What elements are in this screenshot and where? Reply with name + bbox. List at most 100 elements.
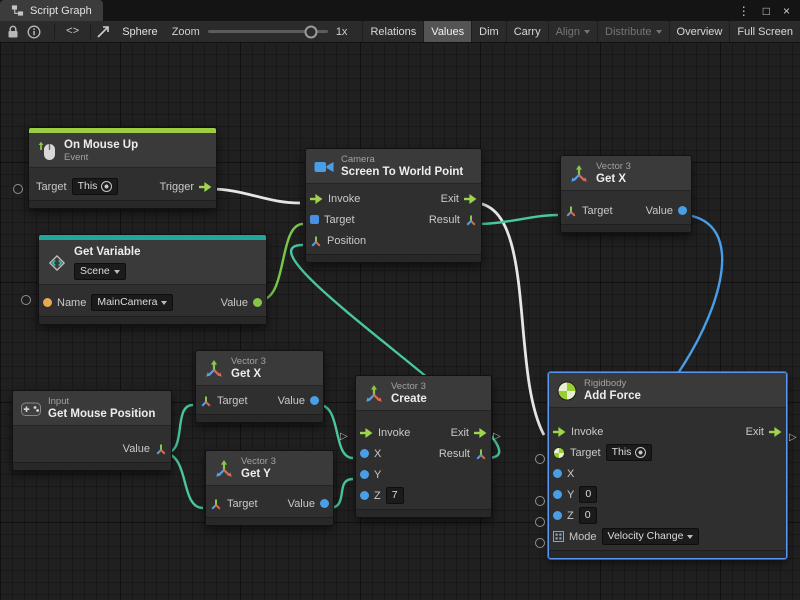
node-title: Get X bbox=[596, 172, 631, 186]
node-footer bbox=[561, 224, 691, 232]
position-vector3-port[interactable] bbox=[310, 235, 322, 247]
row-target-value: Target Value bbox=[196, 390, 323, 411]
mode-label: Mode bbox=[569, 531, 597, 543]
y-value-field[interactable]: 0 bbox=[579, 486, 597, 503]
relations-button[interactable]: Relations bbox=[362, 21, 423, 42]
free-exec-create-exit[interactable]: ▷ bbox=[493, 432, 501, 442]
value-label: Value bbox=[288, 498, 315, 510]
x-float-port[interactable] bbox=[553, 469, 562, 478]
target-label: Target bbox=[570, 447, 601, 459]
zoom-value: 1x bbox=[336, 26, 348, 38]
z-value-field[interactable]: 7 bbox=[386, 487, 404, 504]
value-float-port[interactable] bbox=[320, 499, 329, 508]
node-subtitle: Event bbox=[64, 152, 138, 163]
free-port-add-force-y[interactable] bbox=[535, 496, 545, 506]
carry-button[interactable]: Carry bbox=[506, 21, 548, 42]
full-screen-button[interactable]: Full Screen bbox=[729, 21, 800, 42]
mode-enum-port[interactable] bbox=[553, 531, 564, 542]
name-port[interactable] bbox=[43, 298, 52, 307]
node-create-vector3[interactable]: Vector 3 Create Invoke Exit X Result bbox=[355, 375, 492, 518]
mode-dropdown[interactable]: Velocity Change bbox=[602, 528, 700, 545]
wire-trigger-to-invoke[interactable] bbox=[210, 189, 300, 203]
result-vector3-port[interactable] bbox=[465, 214, 477, 226]
node-get-variable[interactable]: Get Variable Scene Name MainCamera Value bbox=[38, 234, 267, 325]
node-get-mouse-position[interactable]: Input Get Mouse Position Value bbox=[12, 390, 172, 471]
variable-scope-dropdown[interactable]: Scene bbox=[74, 263, 126, 280]
variable-name-dropdown[interactable]: MainCamera bbox=[91, 294, 173, 311]
target-rigidbody-port[interactable] bbox=[553, 447, 565, 459]
wire-result-to-getx[interactable] bbox=[477, 215, 558, 224]
free-port-get-variable-name[interactable] bbox=[21, 295, 31, 305]
z-label: Z bbox=[567, 510, 574, 522]
node-get-x-mouse[interactable]: Vector 3 Get X Target Value bbox=[195, 350, 324, 423]
zoom-slider-knob[interactable] bbox=[305, 25, 318, 38]
code-api-icon[interactable]: <> bbox=[66, 26, 79, 38]
row-mode: Mode Velocity Change bbox=[549, 526, 786, 547]
toolbar-separator bbox=[90, 24, 91, 39]
node-category: Vector 3 bbox=[391, 381, 427, 392]
exit-label: Exit bbox=[441, 193, 459, 205]
overview-button[interactable]: Overview bbox=[669, 21, 730, 42]
value-float-port[interactable] bbox=[310, 396, 319, 405]
dim-button[interactable]: Dim bbox=[471, 21, 506, 42]
exit-exec-port[interactable] bbox=[474, 428, 487, 438]
position-label: Position bbox=[327, 235, 366, 247]
result-vector3-port[interactable] bbox=[475, 448, 487, 460]
z-value-field[interactable]: 0 bbox=[579, 507, 597, 524]
target-this-chip[interactable]: This bbox=[72, 178, 119, 195]
value-object-port[interactable] bbox=[253, 298, 262, 307]
row-value: Value bbox=[13, 438, 171, 459]
close-icon[interactable]: × bbox=[783, 4, 790, 18]
menu-icon[interactable]: ⋮ bbox=[738, 4, 750, 18]
free-port-add-force-z[interactable] bbox=[535, 517, 545, 527]
free-exec-add-force-exit[interactable]: ▷ bbox=[789, 433, 797, 443]
value-vector3-port[interactable] bbox=[155, 443, 167, 455]
x-float-port[interactable] bbox=[360, 449, 369, 458]
y-float-port[interactable] bbox=[553, 490, 562, 499]
node-add-force[interactable]: Rigidbody Add Force Invoke Exit Target T… bbox=[548, 372, 787, 559]
target-this-chip[interactable]: This bbox=[606, 444, 653, 461]
value-label: Value bbox=[221, 297, 248, 309]
invoke-exec-port[interactable] bbox=[360, 428, 373, 438]
align-button[interactable]: Align bbox=[548, 21, 597, 42]
target-vector3-port[interactable] bbox=[200, 395, 212, 407]
node-on-mouse-up[interactable]: On Mouse Up Event Target This Trigger bbox=[28, 127, 217, 209]
lock-icon[interactable] bbox=[7, 25, 19, 39]
graph-canvas[interactable]: On Mouse Up Event Target This Trigger bbox=[0, 42, 800, 600]
target-gameobject-port[interactable] bbox=[310, 215, 319, 224]
free-exec-create-invoke[interactable]: ▷ bbox=[340, 432, 348, 442]
script-graph-window: Script Graph ⋮ □ × <> Sphere Zoom 1x Rel… bbox=[0, 0, 800, 600]
node-footer bbox=[306, 254, 481, 262]
exit-exec-port[interactable] bbox=[464, 194, 477, 204]
exit-exec-port[interactable] bbox=[769, 427, 782, 437]
node-get-x-world[interactable]: Vector 3 Get X Target Value bbox=[560, 155, 692, 233]
free-port-on-mouse-up-target[interactable] bbox=[13, 184, 23, 194]
tab-script-graph[interactable]: Script Graph bbox=[0, 0, 103, 21]
node-screen-to-world-point[interactable]: Camera Screen To World Point Invoke Exit… bbox=[305, 148, 482, 263]
target-vector3-port[interactable] bbox=[210, 498, 222, 510]
maximize-icon[interactable]: □ bbox=[763, 4, 770, 18]
z-float-port[interactable] bbox=[553, 511, 562, 520]
y-label: Y bbox=[567, 489, 574, 501]
node-title: Get Y bbox=[241, 467, 276, 481]
value-float-port[interactable] bbox=[678, 206, 687, 215]
y-float-port[interactable] bbox=[360, 470, 369, 479]
z-label: Z bbox=[374, 490, 381, 502]
free-port-add-force-mode[interactable] bbox=[535, 538, 545, 548]
target-vector3-port[interactable] bbox=[565, 205, 577, 217]
vector3-icon bbox=[214, 459, 234, 479]
trigger-exec-port[interactable] bbox=[199, 182, 212, 192]
invoke-exec-port[interactable] bbox=[553, 427, 566, 437]
row-invoke-exit: Invoke Exit bbox=[356, 422, 491, 443]
node-get-y-mouse[interactable]: Vector 3 Get Y Target Value bbox=[205, 450, 334, 526]
free-port-add-force-target[interactable] bbox=[535, 454, 545, 464]
row-target-value: Target Value bbox=[561, 200, 691, 221]
graph-name[interactable]: Sphere bbox=[122, 26, 157, 38]
invoke-exec-port[interactable] bbox=[310, 194, 323, 204]
values-button[interactable]: Values bbox=[423, 21, 471, 42]
distribute-button[interactable]: Distribute bbox=[597, 21, 668, 42]
z-float-port[interactable] bbox=[360, 491, 369, 500]
toolbar-separator bbox=[54, 24, 55, 39]
zoom-slider[interactable] bbox=[208, 30, 328, 33]
info-icon[interactable] bbox=[27, 25, 41, 39]
